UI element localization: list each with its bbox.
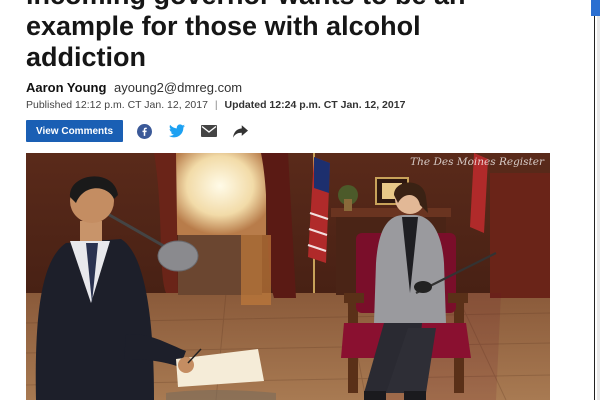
date-separator: | [214, 99, 218, 111]
headline-line: addiction [26, 42, 146, 72]
author-name[interactable]: Aaron Young [26, 80, 106, 95]
photo-watermark: The Des Moines Register [410, 156, 544, 168]
author-email[interactable]: ayoung2@dmreg.com [114, 80, 242, 95]
byline: Aaron Young ayoung2@dmreg.com [26, 80, 242, 95]
headline-line: example for those with alcohol [26, 11, 421, 41]
timestamps: Published 12:12 p.m. CT Jan. 12, 2017 | … [26, 99, 405, 111]
scrollbar-divider [594, 0, 595, 400]
article-actions: View Comments [26, 120, 249, 142]
article-headline: incoming governor wants to be an example… [26, 0, 566, 73]
view-comments-button[interactable]: View Comments [26, 120, 123, 142]
article-photo: The Des Moines Register [26, 153, 550, 400]
share-bar [136, 123, 249, 140]
headline-line: incoming governor wants to be an [26, 0, 566, 11]
updated-date: Updated 12:24 p.m. CT Jan. 12, 2017 [224, 99, 406, 111]
share-arrow-icon[interactable] [232, 123, 249, 140]
scrollbar-thumb[interactable] [591, 0, 600, 16]
twitter-icon[interactable] [168, 123, 185, 140]
interview-scene [26, 153, 550, 400]
facebook-icon[interactable] [136, 123, 153, 140]
published-date: Published 12:12 p.m. CT Jan. 12, 2017 [26, 99, 208, 111]
email-icon[interactable] [200, 123, 217, 140]
